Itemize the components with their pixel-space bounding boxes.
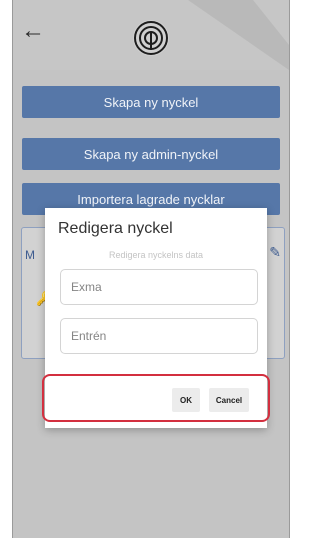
key-location-field[interactable]: [60, 318, 258, 354]
key-name-field[interactable]: [60, 269, 258, 305]
edit-pencil-icon[interactable]: ✎: [269, 244, 281, 261]
dialog-actions: OK Cancel: [45, 382, 267, 418]
back-arrow-icon[interactable]: ←: [21, 18, 47, 44]
create-key-button[interactable]: Skapa ny nyckel: [22, 86, 280, 118]
dialog-title: Redigera nyckel: [58, 220, 173, 237]
app-header: ←: [13, 0, 289, 70]
create-admin-key-button[interactable]: Skapa ny admin-nyckel: [22, 138, 280, 170]
cancel-button[interactable]: Cancel: [209, 388, 249, 412]
key-location-input[interactable]: [61, 319, 257, 353]
edit-key-dialog: Redigera nyckel Redigera nyckelns data O…: [45, 208, 267, 428]
dialog-subtitle: Redigera nyckelns data: [108, 250, 204, 260]
key-card-label: M: [25, 248, 35, 262]
ok-button[interactable]: OK: [172, 388, 200, 412]
fingerprint-logo-icon: [133, 20, 169, 56]
key-name-input[interactable]: [61, 270, 257, 304]
header-decoration: [188, 0, 289, 70]
